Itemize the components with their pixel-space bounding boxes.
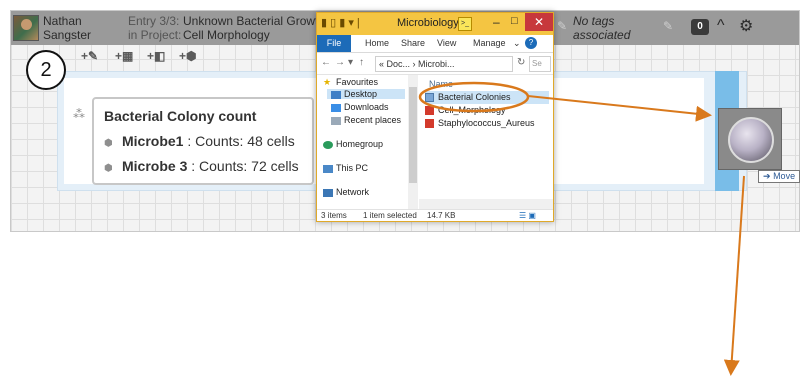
stage: Nathan Sangster Entry 3/3: in Project: U… (0, 0, 808, 389)
annotation-overlay (418, 81, 745, 376)
drop-arrow (723, 175, 745, 376)
highlight-ellipse (418, 81, 530, 113)
drag-arrow (527, 95, 712, 122)
